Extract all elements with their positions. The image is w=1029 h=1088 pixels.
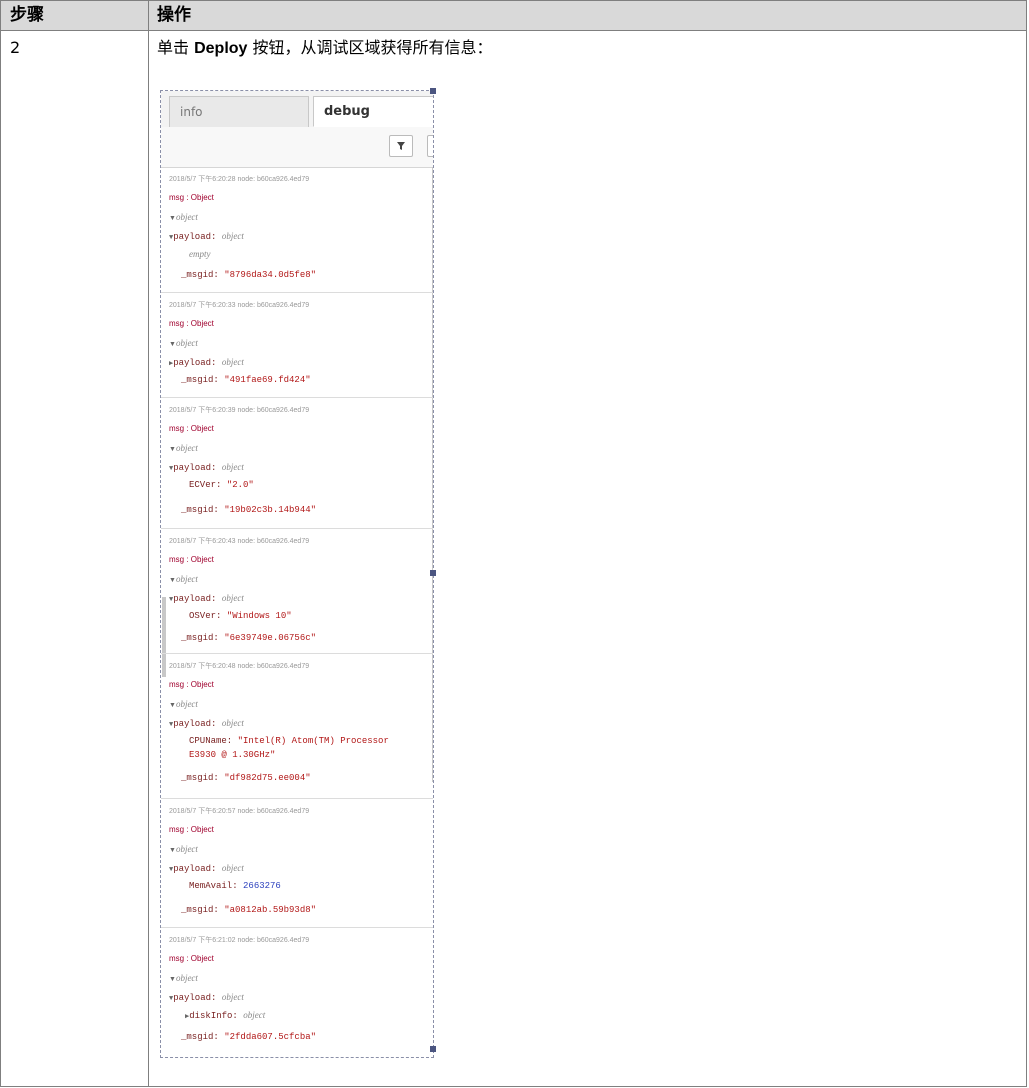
chevron-down-icon: ▼: [169, 576, 176, 584]
payload-field: ECVer: "2.0": [189, 480, 254, 490]
msgid-line: _msgid: "a0812ab.59b93d8": [181, 905, 317, 915]
message-meta: 2018/5/7 下午6:20:39 node: b60ca926.4ed79: [169, 407, 310, 414]
payload-node[interactable]: ▶payload: object: [169, 357, 244, 368]
msgid-line: _msgid: "8796da34.0d5fe8": [181, 270, 317, 280]
debug-message: 2018/5/7 下午6:20:39 node: b60ca926.4ed79 …: [161, 398, 433, 529]
resize-handle-right: [430, 570, 436, 576]
message-meta: 2018/5/7 下午6:20:33 node: b60ca926.4ed79: [169, 302, 310, 309]
object-node[interactable]: ▼object: [169, 844, 198, 854]
message-topic: msg : Object: [169, 424, 214, 433]
message-meta: 2018/5/7 下午6:20:57 node: b60ca926.4ed79: [169, 808, 310, 815]
msgid-line: _msgid: "df982d75.ee004": [181, 773, 311, 783]
tab-debug[interactable]: debug: [313, 96, 433, 127]
object-node[interactable]: ▼object: [169, 338, 198, 348]
table-header-row: 步骤 操作: [1, 1, 1026, 31]
payload-field: OSVer: "Windows 10": [189, 611, 292, 621]
chevron-down-icon: ▼: [169, 846, 176, 854]
message-meta: 2018/5/7 下午6:20:28 node: b60ca926.4ed79: [169, 176, 310, 183]
payload-field-continued: E3930 @ 1.30GHz": [189, 750, 276, 760]
message-meta: 2018/5/7 下午6:20:43 node: b60ca926.4ed79: [169, 538, 310, 545]
debug-message: 2018/5/7 下午6:20:43 node: b60ca926.4ed79 …: [161, 529, 433, 654]
object-node[interactable]: ▼object: [169, 574, 198, 584]
object-node[interactable]: ▼object: [169, 443, 198, 453]
payload-field[interactable]: ▶diskInfo: object: [185, 1010, 265, 1021]
column-divider: [148, 1, 149, 1086]
payload-field: MemAvail: 2663276: [189, 881, 281, 891]
resize-handle-bottom-right: [430, 1046, 436, 1052]
header-step: 步骤: [10, 5, 44, 25]
message-topic: msg : Object: [169, 555, 214, 564]
instruction-table: 步骤 操作 2 单击 Deploy 按钮，从调试区域获得所有信息：: [0, 0, 1027, 1087]
message-topic: msg : Object: [169, 193, 214, 202]
payload-node[interactable]: ▼payload: object: [169, 593, 244, 604]
chevron-down-icon: ▼: [169, 340, 176, 348]
debug-message: 2018/5/7 下午6:20:57 node: b60ca926.4ed79 …: [161, 799, 433, 928]
object-node[interactable]: ▼object: [169, 699, 198, 709]
object-node[interactable]: ▼object: [169, 973, 198, 983]
chevron-down-icon: ▼: [169, 445, 176, 453]
deploy-label: Deploy: [194, 40, 248, 57]
chevron-down-icon: ▼: [169, 975, 176, 983]
payload-node[interactable]: ▼payload: object: [169, 992, 244, 1003]
instruction-prefix: 单击: [157, 38, 195, 57]
chevron-down-icon: ▼: [169, 214, 176, 222]
chevron-down-icon: ▼: [169, 701, 176, 709]
panel-tabbar: info debug: [161, 91, 433, 128]
msgid-line: _msgid: "491fae69.fd424": [181, 375, 311, 385]
filter-button[interactable]: [389, 135, 413, 157]
filter-icon: [397, 142, 405, 150]
msgid-line: _msgid: "6e39749e.06756c": [181, 633, 317, 643]
payload-node[interactable]: ▼payload: object: [169, 462, 244, 473]
step-instruction: 单击 Deploy 按钮，从调试区域获得所有信息：: [157, 38, 493, 59]
debug-message: 2018/5/7 下午6:20:33 node: b60ca926.4ed79 …: [161, 293, 433, 398]
debug-message-list: 2018/5/7 下午6:20:28 node: b60ca926.4ed79 …: [161, 167, 433, 1057]
tab-info[interactable]: info: [169, 96, 309, 127]
payload-node[interactable]: ▼payload: object: [169, 231, 244, 242]
message-topic: msg : Object: [169, 954, 214, 963]
payload-value: empty: [189, 249, 211, 259]
debug-message: 2018/5/7 下午6:20:28 node: b60ca926.4ed79 …: [161, 167, 433, 293]
header-action: 操作: [157, 5, 191, 25]
payload-node[interactable]: ▼payload: object: [169, 718, 244, 729]
message-topic: msg : Object: [169, 825, 214, 834]
resize-handle-top-right: [430, 88, 436, 94]
message-meta: 2018/5/7 下午6:21:02 node: b60ca926.4ed79: [169, 937, 310, 944]
msgid-line: _msgid: "2fdda607.5cfcba": [181, 1032, 317, 1042]
payload-field: CPUName: "Intel(R) Atom(TM) Processor: [189, 736, 389, 746]
debug-panel-screenshot: info debug 2018/5/7 下午6:20:28 node: b60c…: [160, 90, 434, 1058]
payload-node[interactable]: ▼payload: object: [169, 863, 244, 874]
message-topic: msg : Object: [169, 680, 214, 689]
debug-toolbar: [161, 127, 433, 168]
debug-message: 2018/5/7 下午6:21:02 node: b60ca926.4ed79 …: [161, 928, 433, 1057]
debug-message: 2018/5/7 下午6:20:48 node: b60ca926.4ed79 …: [161, 654, 433, 799]
clear-button[interactable]: [427, 135, 433, 157]
msgid-line: _msgid: "19b02c3b.14b944": [181, 505, 317, 515]
message-topic: msg : Object: [169, 319, 214, 328]
message-meta: 2018/5/7 下午6:20:48 node: b60ca926.4ed79: [169, 663, 310, 670]
instruction-suffix: 按钮，从调试区域获得所有信息：: [247, 38, 493, 57]
step-number: 2: [10, 38, 21, 57]
object-node[interactable]: ▼object: [169, 212, 198, 222]
